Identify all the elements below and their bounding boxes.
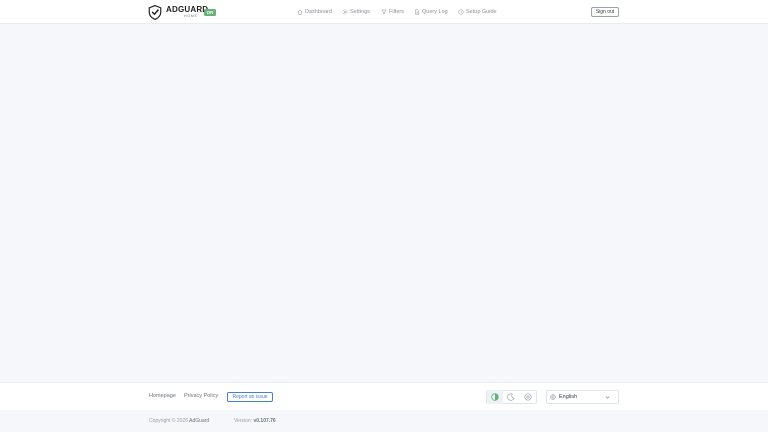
- version-text: Version: v0.107.76: [234, 418, 276, 424]
- home-icon: [297, 9, 303, 15]
- copyright-prefix: Copyright © 2026: [149, 418, 188, 424]
- privacy-policy-link[interactable]: Privacy Policy: [184, 393, 218, 399]
- document-icon: [415, 9, 419, 15]
- nav-query-log-label: Query Log: [422, 9, 448, 15]
- nav-dashboard-label: Dashboard: [305, 9, 332, 15]
- copyright-owner-link[interactable]: AdGuard: [189, 418, 209, 424]
- report-issue-button[interactable]: Report an issue: [227, 391, 273, 402]
- theme-dark-button[interactable]: [503, 390, 519, 404]
- adguard-logo[interactable]: ADGUARD HOME: [148, 5, 208, 20]
- theme-light-button[interactable]: [520, 390, 536, 404]
- language-select-value: English: [559, 394, 578, 400]
- nav-filters-label: Filters: [389, 9, 404, 15]
- nav-filters[interactable]: Filters: [381, 7, 404, 17]
- sign-out-button[interactable]: Sign out: [591, 7, 619, 17]
- bottom-bar: Copyright © 2026 AdGuard Version: v0.107…: [0, 410, 768, 432]
- globe-icon: [550, 394, 556, 400]
- language-select[interactable]: English: [546, 390, 619, 404]
- protection-status-badge: ON: [204, 9, 216, 16]
- header: ADGUARD HOME ON Dashboard Settings Filte…: [0, 0, 768, 24]
- gear-icon: [342, 9, 348, 15]
- chevron-down-icon: [605, 396, 610, 399]
- setup-icon: [458, 9, 464, 15]
- moon-icon: [507, 393, 515, 401]
- nav-settings[interactable]: Settings: [342, 7, 370, 17]
- homepage-link[interactable]: Homepage: [149, 393, 176, 399]
- nav-query-log[interactable]: Query Log: [414, 7, 448, 17]
- footer: Homepage Privacy Policy Report an issue: [0, 382, 768, 410]
- logo-wordmark: ADGUARD: [166, 5, 209, 15]
- theme-switcher: [486, 390, 537, 404]
- filter-icon: [381, 9, 387, 15]
- theme-auto-button[interactable]: [487, 390, 504, 404]
- main-content: [0, 24, 768, 382]
- nav-setup-guide-label: Setup Guide: [466, 9, 497, 15]
- sun-icon: [524, 393, 532, 401]
- copyright-text: Copyright © 2026 AdGuard: [149, 418, 209, 424]
- version-label: Version:: [234, 418, 253, 424]
- nav-dashboard[interactable]: Dashboard: [297, 7, 332, 17]
- nav-setup-guide[interactable]: Setup Guide: [458, 7, 497, 17]
- auto-theme-icon: [491, 393, 499, 401]
- shield-logo-icon: [148, 5, 162, 20]
- version-number: v0.107.76: [253, 418, 276, 424]
- nav-settings-label: Settings: [350, 9, 370, 15]
